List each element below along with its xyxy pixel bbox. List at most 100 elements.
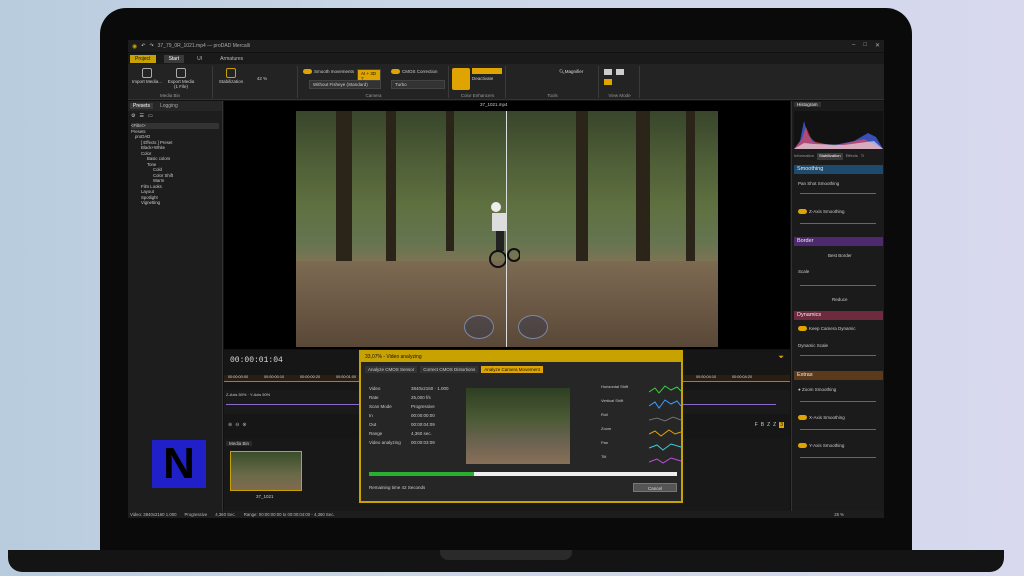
best-border-button[interactable]: Best Border: [828, 253, 852, 258]
section-extras[interactable]: Extras: [794, 371, 883, 380]
marker-3[interactable]: 3: [779, 422, 784, 428]
tab-information[interactable]: Information: [794, 153, 814, 160]
tab-analyze-cmos[interactable]: Analyze CMOS Sensor: [365, 366, 418, 373]
status-range: Range: 00:00:00:00 to 00:00:04:00 - 4,36…: [243, 512, 335, 517]
color-swatch[interactable]: [472, 68, 502, 74]
tab-correct-cmos[interactable]: Correct CMOS Distortions: [420, 366, 479, 373]
zoom-out-icon[interactable]: ⊖: [235, 422, 239, 428]
ruler-tick-label: 00:00:00:00: [228, 375, 249, 379]
y-axis-slider[interactable]: [800, 457, 876, 458]
video-filename: 37_1021.mp4: [480, 102, 508, 107]
tab-stabilization[interactable]: Stabilization: [817, 153, 843, 160]
laptop-notch: [440, 550, 572, 560]
magnifier-button[interactable]: 🔍︎Magnifier: [559, 69, 583, 75]
tab-effects[interactable]: Effects: [846, 153, 858, 160]
tab-armatures[interactable]: Armatures: [215, 55, 248, 63]
cancel-button[interactable]: Cancel: [633, 483, 677, 492]
timecode: 00:00:01:04: [230, 356, 283, 365]
marker-f[interactable]: F: [755, 422, 758, 428]
deactivate-button[interactable]: Deactivate: [472, 76, 493, 81]
view-mode-label: View Mode: [608, 93, 631, 98]
maximize-icon[interactable]: □: [863, 42, 867, 49]
view-compare-icon[interactable]: [604, 79, 612, 85]
field-label: Rate: [369, 395, 379, 400]
import-media-button[interactable]: Import Media...: [130, 68, 164, 84]
list-icon[interactable]: ☰: [139, 113, 143, 119]
zoom-smoothing-label[interactable]: ● Zoom Smoothing: [798, 387, 836, 392]
fisheye-select[interactable]: Without Fisheye (Standard): [309, 80, 381, 89]
marker-buttons: F B Z Z 3: [755, 422, 784, 428]
zoom-percent[interactable]: 42 %: [252, 76, 272, 81]
cmos-toggle[interactable]: CMOS Correction: [391, 69, 438, 75]
zoom-controls: ⊕ ⊖ ⊗: [228, 422, 247, 428]
cmos-select[interactable]: Turbo: [391, 80, 445, 89]
status-zoom[interactable]: 25 %: [834, 512, 844, 517]
z-axis-slider[interactable]: [800, 223, 876, 224]
x-axis-slider[interactable]: [800, 429, 876, 430]
z-axis-toggle[interactable]: Z-Axis Smoothing: [798, 209, 845, 215]
keep-camera-toggle[interactable]: Keep Camera Dynamic: [798, 326, 856, 332]
tab-start[interactable]: Start: [163, 54, 185, 63]
section-smoothing[interactable]: Smoothing: [794, 165, 883, 174]
undo-icon[interactable]: ↶: [141, 43, 145, 49]
media-thumbnail[interactable]: [230, 451, 302, 491]
smooth-movements-toggle[interactable]: Smooth movements: [303, 69, 354, 75]
stabilization-button[interactable]: Stabilization: [216, 68, 246, 84]
status-bar: Video: 3840x2160 1.000 Progressive 4,360…: [128, 511, 884, 518]
dynamic-scale-slider[interactable]: [800, 355, 876, 356]
stabilization-group: Stabilization 42 %: [214, 66, 298, 98]
ruler-tick-label: 00:00:04:10: [696, 375, 717, 379]
remaining-time: Remaining time 42 Seconds: [369, 485, 426, 490]
tab-logging[interactable]: Logging: [157, 103, 181, 109]
toggle-icon: [303, 69, 312, 75]
view-split-icon[interactable]: [616, 69, 624, 75]
brand-logo: N: [152, 440, 206, 488]
field-value: 00:00:00:00: [411, 413, 435, 418]
camera-group: Smooth movements AI + 3D ? Without Fishe…: [299, 66, 449, 98]
split-divider[interactable]: [506, 111, 507, 347]
color-enhancer-button[interactable]: [452, 68, 470, 90]
scale-slider[interactable]: [800, 285, 876, 286]
video-viewer[interactable]: 37_1021.mp4: [224, 101, 790, 349]
y-axis-toggle[interactable]: Y-Axis Smoothing: [798, 443, 844, 449]
dialog-tabs: Analyze CMOS Sensor Correct CMOS Distort…: [361, 362, 681, 373]
zoom-in-icon[interactable]: ⊕: [228, 422, 232, 428]
video-frame: [296, 111, 718, 347]
gear-icon[interactable]: ⚙: [131, 113, 135, 119]
marker-icon[interactable]: ⏷: [778, 354, 784, 362]
progress-fill: [369, 472, 474, 476]
pan-shot-slider[interactable]: [800, 193, 876, 194]
close-icon[interactable]: ✕: [875, 42, 880, 49]
graph-label: Vertical Shift: [601, 398, 624, 403]
zoom-smoothing-slider[interactable]: [800, 401, 876, 402]
marker-z2[interactable]: Z: [773, 422, 776, 428]
marker-b[interactable]: B: [761, 422, 764, 428]
section-dynamics[interactable]: Dynamics: [794, 311, 883, 320]
zoom-fit-icon[interactable]: ⊗: [242, 422, 246, 428]
marker-z[interactable]: Z: [767, 422, 770, 428]
field-value: 00:00:03:09: [411, 440, 435, 445]
stabilization-icon: [226, 68, 236, 78]
status-scan: Progressive: [184, 512, 208, 517]
page-icon[interactable]: ▭: [148, 113, 153, 119]
tab-project[interactable]: Project: [130, 54, 156, 63]
section-border[interactable]: Border: [794, 237, 883, 246]
tab-ti[interactable]: Ti: [861, 153, 864, 160]
graph-label: Horizontal Shift: [601, 384, 629, 389]
view-single-icon[interactable]: [604, 69, 612, 75]
toggle-icon: [798, 326, 807, 332]
export-icon: [176, 68, 186, 78]
preset-tree: <Filter> Presets proDAD [ Effects ] Pres…: [128, 121, 222, 208]
graph-label: Zoom: [601, 426, 612, 431]
original-indicator-icon: [464, 315, 494, 339]
histogram-tab[interactable]: Histogram: [794, 102, 821, 107]
toggle-icon: [391, 69, 400, 75]
redo-icon[interactable]: ↷: [149, 43, 153, 49]
tab-ui[interactable]: UI: [192, 55, 207, 63]
tree-item[interactable]: Vignetting: [131, 200, 219, 206]
minimize-icon[interactable]: –: [852, 42, 855, 49]
tab-analyze-camera[interactable]: Analyze Camera Movement: [481, 366, 543, 373]
export-media-button[interactable]: Export Media (1 File): [166, 68, 196, 89]
tab-presets[interactable]: Presets: [130, 103, 153, 109]
x-axis-toggle[interactable]: X-Axis Smoothing: [798, 415, 845, 421]
